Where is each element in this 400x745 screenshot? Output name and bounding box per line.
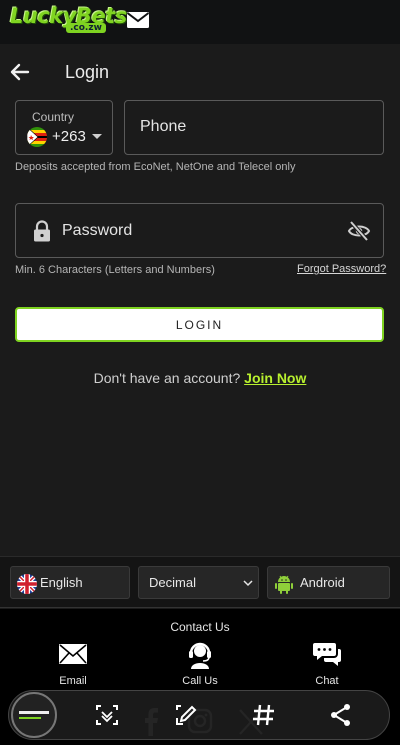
contact-call[interactable]: Call Us (165, 639, 235, 687)
preferences-bar: English Decimal Android (0, 556, 400, 608)
brand-logo[interactable]: LuckyBets .co.zw (10, 4, 127, 38)
logo-domain: .co.zw (66, 23, 106, 33)
android-label: Android (300, 575, 345, 590)
password-hint: Min. 6 Characters (Letters and Numbers) (15, 264, 215, 276)
chevron-down-icon (243, 580, 253, 587)
phone-input[interactable] (140, 118, 370, 136)
password-field (15, 203, 384, 258)
contact-call-label: Call Us (182, 675, 218, 687)
forgot-password-link[interactable]: Forgot Password? (297, 263, 386, 275)
join-now-link[interactable]: Join Now (244, 370, 306, 386)
thumbnail-line-accent (19, 717, 41, 719)
chat-bubbles-icon (313, 643, 341, 666)
eye-off-icon[interactable] (347, 220, 371, 242)
contact-chat-label: Chat (315, 675, 339, 687)
deposit-hint: Deposits accepted from EcoNet, NetOne an… (15, 161, 296, 173)
signup-prompt: Don't have an account? Join Now (0, 370, 400, 386)
caret-down-icon (92, 134, 102, 139)
share-icon[interactable] (328, 702, 354, 728)
scan-icon[interactable] (94, 702, 120, 728)
odds-format-label: Decimal (149, 575, 196, 590)
page-header: Login (0, 44, 400, 100)
country-selector[interactable]: Country +263 (15, 100, 113, 155)
screenshot-thumbnail[interactable] (11, 692, 57, 738)
hashtag-icon[interactable] (251, 702, 277, 728)
back-arrow-icon[interactable] (8, 60, 32, 84)
thumbnail-line (19, 711, 49, 714)
contact-email-label: Email (59, 675, 87, 687)
contact-chat[interactable]: Chat (292, 639, 362, 687)
page-title: Login (65, 62, 110, 82)
uk-flag-icon (17, 574, 37, 594)
envelope-icon (59, 644, 87, 664)
phone-field (124, 100, 384, 155)
contact-email[interactable]: Email (38, 639, 108, 687)
language-label: English (40, 575, 83, 590)
mail-icon[interactable] (126, 8, 150, 32)
signup-text: Don't have an account? (93, 370, 241, 386)
contact-title: Contact Us (170, 620, 230, 634)
country-label: Country (32, 110, 75, 124)
top-bar: LuckyBets .co.zw (0, 0, 400, 44)
android-app-button[interactable]: Android (267, 566, 390, 599)
login-button[interactable]: LOGIN (15, 307, 384, 342)
headset-icon (189, 642, 211, 669)
zimbabwe-flag-icon (27, 127, 47, 147)
lock-icon (34, 220, 50, 242)
language-selector[interactable]: English (10, 566, 130, 599)
country-code: +263 (52, 128, 86, 145)
password-input[interactable] (62, 222, 332, 240)
odds-format-select[interactable]: Decimal (138, 566, 259, 599)
android-icon (275, 575, 293, 594)
edit-icon[interactable] (173, 702, 199, 728)
